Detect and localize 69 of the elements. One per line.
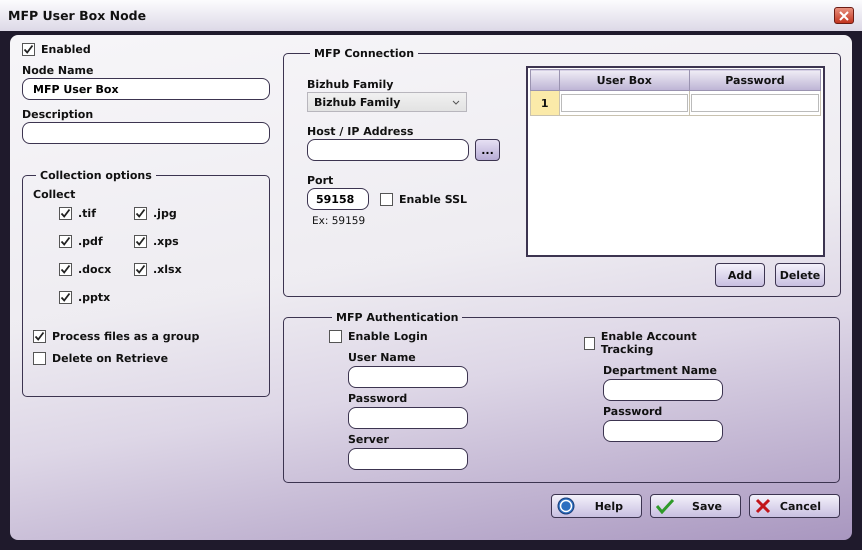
- input-field[interactable]: [603, 420, 723, 442]
- dropdown[interactable]: Bizhub Family: [307, 92, 467, 112]
- column-header[interactable]: Password: [689, 70, 820, 90]
- input-field[interactable]: [603, 379, 723, 401]
- field-label: Bizhub Family: [307, 78, 394, 91]
- checkbox[interactable]: [134, 207, 147, 220]
- checkbox-label: Enable Login: [348, 330, 428, 343]
- save-button[interactable]: Save: [650, 494, 741, 518]
- group-title: MFP Authentication: [335, 311, 460, 324]
- table-cell[interactable]: [690, 94, 819, 112]
- checkbox-label: Enabled: [41, 43, 91, 56]
- input-field[interactable]: [307, 139, 469, 161]
- input-field[interactable]: [348, 448, 468, 470]
- checkbox-label: .jpg: [153, 207, 177, 220]
- checkbox[interactable]: [380, 192, 393, 206]
- hint-text: Ex: 59159: [312, 215, 366, 227]
- checkbox-label: Enable Account Tracking: [600, 330, 698, 356]
- row-number[interactable]: 1: [530, 90, 560, 116]
- close-button[interactable]: [834, 7, 854, 24]
- checkbox-label: .pdf: [78, 235, 103, 248]
- checkbox[interactable]: [59, 291, 72, 304]
- browse-button[interactable]: ...: [475, 139, 500, 161]
- field-label: Department Name: [603, 364, 718, 377]
- window-title: MFP User Box Node: [8, 8, 146, 23]
- checkbox[interactable]: [59, 207, 72, 220]
- column-header[interactable]: User Box: [559, 70, 690, 90]
- checkbox-label: .tif: [78, 207, 96, 220]
- chevron-icon: [452, 100, 460, 104]
- checkbox[interactable]: [584, 336, 595, 350]
- input-field[interactable]: 59158: [307, 188, 369, 210]
- help-button[interactable]: Help: [551, 494, 642, 518]
- group-title: Collection options: [39, 169, 153, 182]
- field-label: Password: [603, 405, 664, 418]
- checkbox[interactable]: [22, 43, 35, 56]
- checkbox[interactable]: [134, 235, 147, 248]
- checkbox-label: .xlsx: [153, 263, 182, 276]
- checkbox[interactable]: [33, 352, 46, 365]
- help-icon: [557, 497, 575, 515]
- table-button[interactable]: Add: [715, 263, 765, 287]
- checkbox-label: .pptx: [78, 291, 110, 304]
- input-field[interactable]: [22, 122, 270, 144]
- checkmark-icon: [656, 498, 674, 514]
- table-button[interactable]: Delete: [775, 263, 825, 287]
- section-label: Collect: [33, 188, 76, 201]
- checkbox-label: Process files as a group: [52, 330, 200, 343]
- checkbox[interactable]: [59, 235, 72, 248]
- input-field[interactable]: MFP User Box: [22, 78, 270, 100]
- checkbox-label: .docx: [78, 263, 112, 276]
- checkbox-label: Enable SSL: [399, 192, 468, 206]
- checkbox[interactable]: [134, 263, 147, 276]
- group-title: MFP Connection: [313, 47, 416, 60]
- checkbox-label: .xps: [153, 235, 179, 248]
- checkbox[interactable]: [33, 330, 46, 343]
- checkbox[interactable]: [59, 263, 72, 276]
- checkbox[interactable]: [329, 330, 342, 343]
- field-label: Port: [307, 174, 334, 187]
- input-field[interactable]: [348, 407, 468, 429]
- cross-icon: [755, 498, 771, 514]
- input-field[interactable]: [348, 366, 468, 388]
- field-label: User Name: [348, 351, 417, 364]
- table-cell[interactable]: [560, 94, 688, 112]
- cancel-button[interactable]: Cancel: [749, 494, 840, 518]
- field-label: Node Name: [22, 64, 94, 77]
- field-label: Server: [348, 433, 390, 446]
- close-icon: [839, 10, 849, 20]
- checkbox-label: Delete on Retrieve: [52, 352, 168, 365]
- field-label: Host / IP Address: [307, 125, 414, 138]
- field-label: Description: [22, 108, 94, 121]
- field-label: Password: [348, 392, 408, 405]
